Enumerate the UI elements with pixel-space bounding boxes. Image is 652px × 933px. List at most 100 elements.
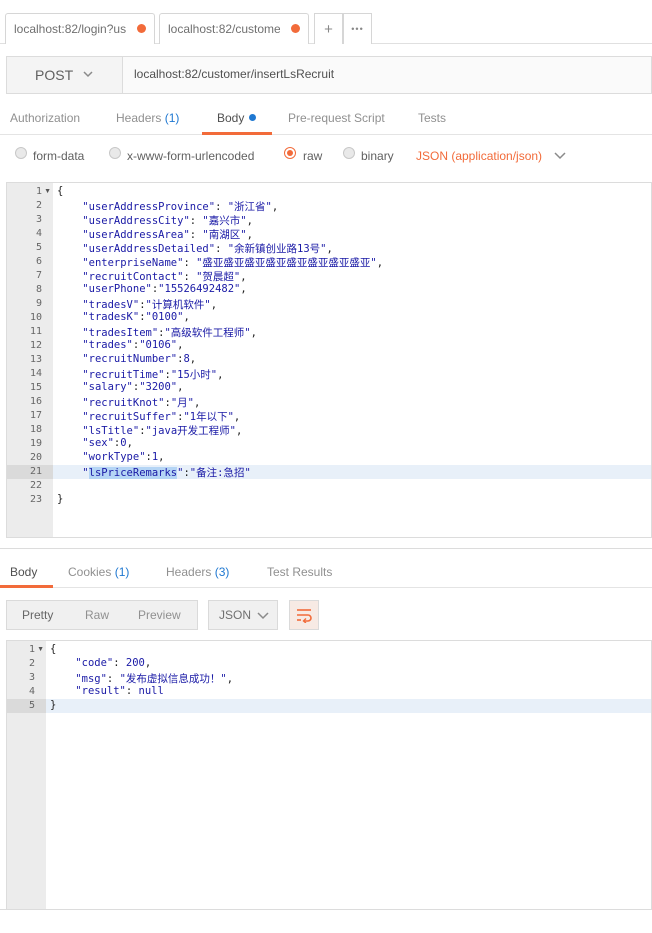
line-number: 15 [29,382,42,393]
tab-body[interactable]: Body [217,111,257,125]
response-tabs: Body Cookies (1) Headers (3) Test Result… [0,560,652,588]
line-number: 14 [29,368,42,379]
response-headers-count: (3) [214,565,230,579]
chevron-down-icon [257,612,269,620]
line-number: 11 [29,326,42,337]
fold-arrow-icon[interactable]: ▼ [37,646,44,653]
url-bar: POST localhost:82/customer/insertLsRecru… [6,56,652,94]
code-line: "userPhone":"15526492482", [82,283,247,295]
line-number: 2 [35,200,42,211]
request-body-editor[interactable]: 1 ▼ 2 3 4 5 6 7 8 9 10 11 12 13 14 15 16 17 18 19 20 21 22 23 {… [6,182,652,538]
code-line: "enterpriseName": "盛亚盛亚盛亚盛亚盛亚盛亚盛亚盛亚", [82,257,384,269]
code-line: "tradesItem":"高级软件工程师", [82,327,257,339]
code-line: } [50,699,57,711]
line-number: 6 [35,256,42,267]
line-number: 1 [28,644,35,655]
line-number: 9 [35,298,42,309]
format-label: JSON [219,608,252,622]
view-mode-group: Pretty Raw Preview [6,600,198,630]
code-line: "lsPriceRemarks":"备注:急招" [82,467,251,479]
code-line: "lsTitle":"java开发工程师", [82,425,243,437]
line-number: 20 [29,452,42,463]
modified-dot-icon [249,114,257,121]
line-number: 22 [29,480,42,491]
line-number: 3 [28,672,35,683]
line-number: 3 [35,214,42,225]
view-raw-button[interactable]: Raw [85,608,109,622]
line-number: 7 [35,270,42,281]
active-tab-underline [202,132,272,135]
tab-response-body[interactable]: Body [10,565,37,579]
code-line: "userAddressArea": "南湖区", [82,229,253,241]
tab-response-headers[interactable]: Headers (3) [166,565,229,579]
headers-count: (1) [164,111,180,125]
chevron-down-icon[interactable] [553,150,567,162]
unsaved-dot-icon [291,24,300,33]
active-line-gutter [7,699,46,713]
fold-arrow-icon[interactable]: ▼ [44,188,51,195]
method-select[interactable]: POST [7,57,123,93]
line-gutter: 1 ▼ 2 3 4 5 6 7 8 9 10 11 12 13 14 15 16 17 18 19 20 21 22 23 [7,183,53,537]
radio-binary[interactable] [343,147,355,159]
line-number: 5 [35,242,42,253]
cookies-count: (1) [114,565,130,579]
tab-prerequest-script[interactable]: Pre-request Script [288,111,385,125]
code-line: } [57,493,64,505]
tab-options-button[interactable]: ••• [343,13,372,44]
tab-authorization[interactable]: Authorization [10,111,80,125]
request-tab-login[interactable]: localhost:82/login?use [5,13,155,44]
tab-tests[interactable]: Tests [418,111,446,125]
tab-test-results[interactable]: Test Results [267,565,332,579]
line-number: 16 [29,396,42,407]
code-line: "trades":"0106", [82,339,184,351]
response-format-select[interactable]: JSON [208,600,278,630]
tab-label: Headers [166,565,212,579]
wrap-lines-button[interactable] [289,600,319,630]
code-line: "workType":1, [82,451,165,463]
code-line: "recruitKnot":"月", [82,397,201,409]
code-line: "recruitSuffer":"1年以下", [82,411,241,423]
view-preview-button[interactable]: Preview [138,608,181,622]
radio-form-data[interactable] [15,147,27,159]
radio-label-binary: binary [361,149,394,163]
radio-urlencoded[interactable] [109,147,121,159]
request-tab-customer[interactable]: localhost:82/custome [159,13,309,44]
unsaved-dot-icon [137,24,146,33]
line-number: 2 [28,658,35,669]
line-number: 18 [29,424,42,435]
code-line: "msg": "发布虚拟信息成功！", [75,673,234,685]
response-body-viewer[interactable]: 1 ▼ 2 3 4 5 { "code": 200, "msg": "发布虚拟信息成功！"… [6,640,652,909]
view-pretty-button[interactable]: Pretty [22,608,53,622]
code-line: "tradesV":"计算机软件", [82,299,218,311]
radio-label-urlencoded: x-www-form-urlencoded [127,149,255,163]
code-line: "userAddressDetailed": "余新镇创业路13号", [82,243,333,255]
url-input[interactable]: localhost:82/customer/insertLsRecruit [134,67,334,81]
content-type-select[interactable]: JSON (application/json) [416,149,542,163]
request-tab-label: localhost:82/custome [168,22,280,36]
code-line: "salary":"3200", [82,381,184,393]
code-line: "userAddressProvince": "浙江省", [82,201,279,213]
line-number: 23 [29,494,42,505]
line-number: 1 [35,186,42,197]
code-line: "recruitTime":"15小时", [82,369,224,381]
line-number: 17 [29,410,42,421]
line-number: 19 [29,438,42,449]
new-tab-button[interactable]: + [314,13,343,44]
code-line: "recruitNumber":8, [82,353,197,365]
tab-headers[interactable]: Headers (1) [116,111,179,125]
code-line: "userAddressCity": "嘉兴市", [82,215,253,227]
radio-label-raw: raw [303,149,323,163]
bottom-border [0,909,652,910]
more-icon: ••• [351,24,364,34]
pane-divider[interactable] [0,548,652,549]
code-line: "recruitContact": "贺晨超", [82,271,247,283]
code-line: "result": null [75,685,164,697]
radio-raw[interactable] [284,147,296,159]
request-subtabs: Authorization Headers (1) Body Pre-reque… [0,104,652,135]
line-number: 5 [28,700,35,711]
line-number: 4 [35,228,42,239]
line-number: 8 [35,284,42,295]
active-tab-underline [0,585,53,588]
active-line-highlight [46,699,651,713]
tab-response-cookies[interactable]: Cookies (1) [68,565,129,579]
